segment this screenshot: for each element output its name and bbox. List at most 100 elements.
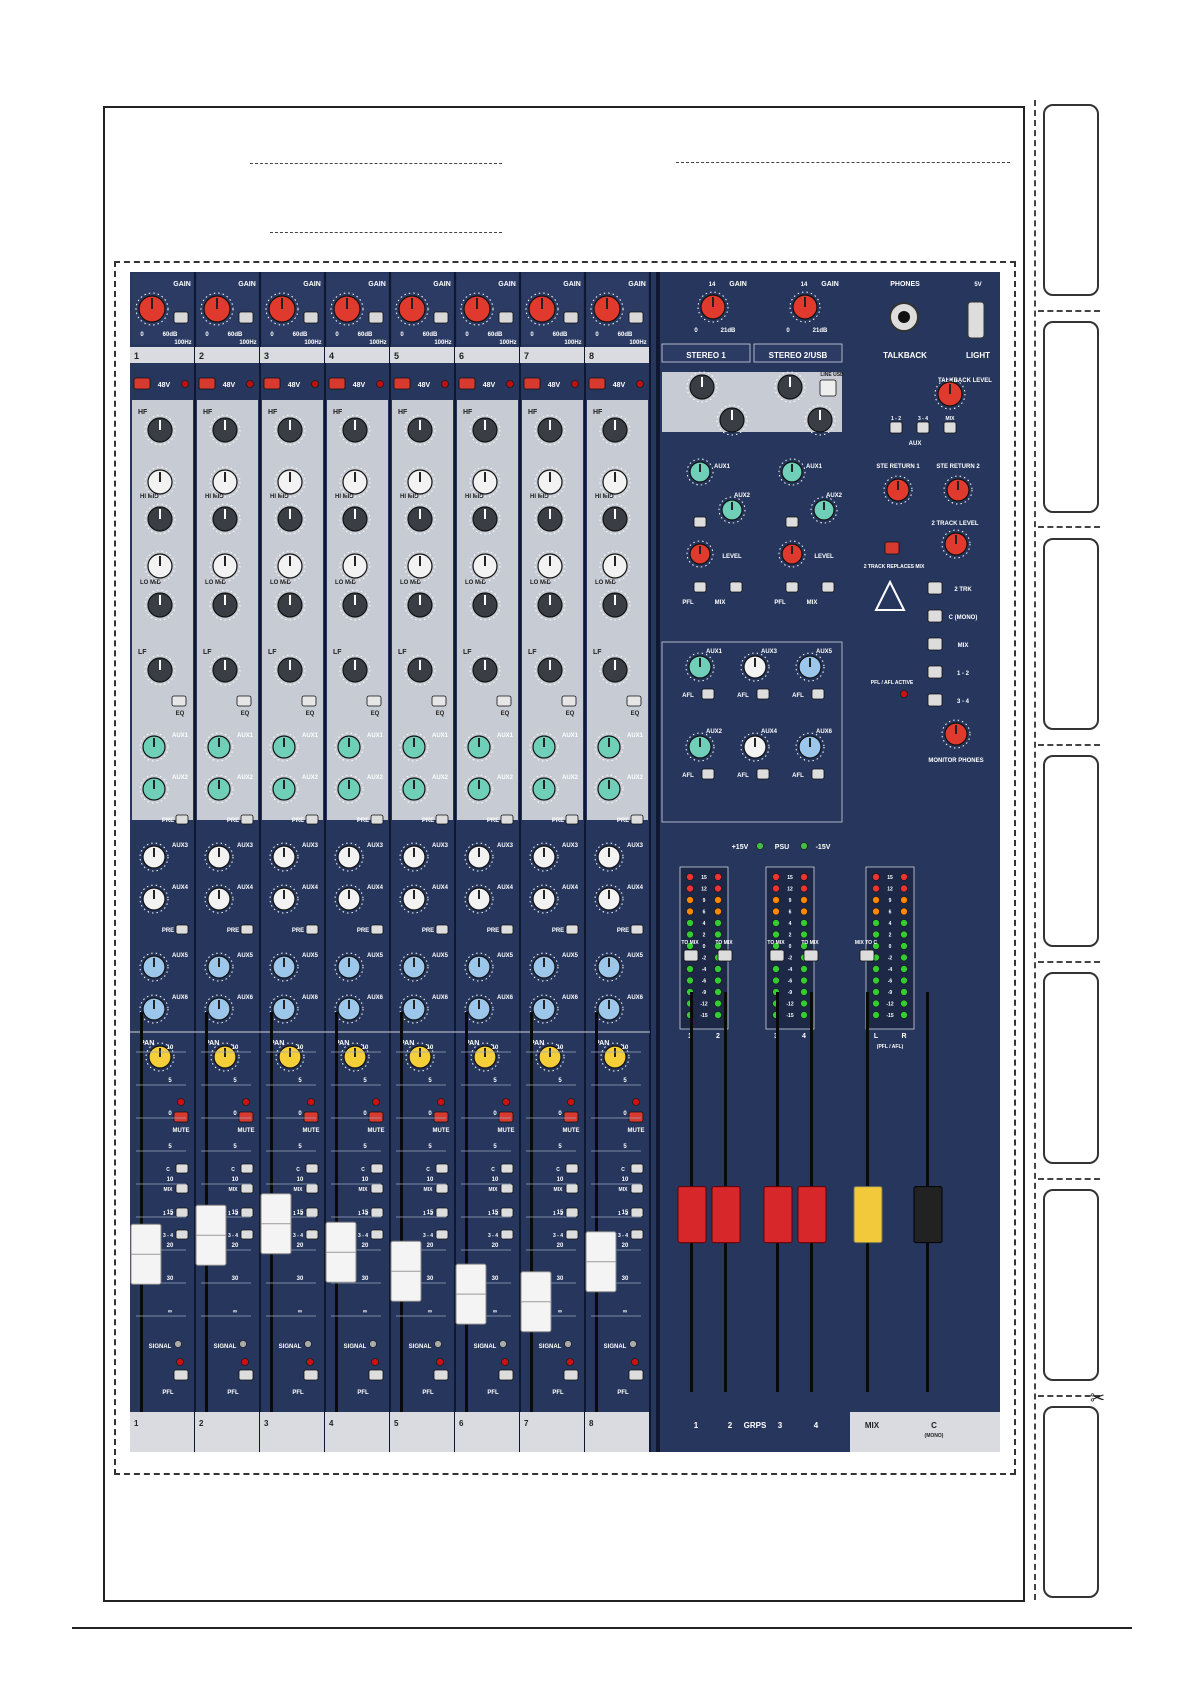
hpf-button[interactable] bbox=[433, 311, 449, 324]
mute-button[interactable] bbox=[563, 1111, 579, 1123]
route-button-1[interactable] bbox=[305, 1183, 319, 1194]
route-button-1[interactable] bbox=[370, 1183, 384, 1194]
group-fader-cap[interactable] bbox=[711, 1186, 741, 1244]
to-mix-button[interactable] bbox=[769, 949, 785, 962]
route-button-3[interactable] bbox=[305, 1229, 319, 1240]
mute-button[interactable] bbox=[433, 1111, 449, 1123]
group-fader-cap[interactable] bbox=[797, 1186, 827, 1244]
pre-12-button[interactable] bbox=[240, 814, 254, 825]
pfl-button[interactable] bbox=[303, 1369, 319, 1381]
afl-button[interactable] bbox=[756, 768, 770, 780]
pfl-button[interactable] bbox=[498, 1369, 514, 1381]
route-button-2[interactable] bbox=[630, 1207, 644, 1218]
route-button-2[interactable] bbox=[240, 1207, 254, 1218]
monitor-source-button[interactable] bbox=[927, 581, 943, 595]
usb-port[interactable] bbox=[967, 301, 985, 339]
talkback-route-button[interactable] bbox=[889, 421, 903, 434]
hpf-button[interactable] bbox=[368, 311, 384, 324]
phantom-button[interactable] bbox=[198, 377, 216, 390]
route-button-3[interactable] bbox=[500, 1229, 514, 1240]
monitor-source-button[interactable] bbox=[927, 637, 943, 651]
phantom-button[interactable] bbox=[393, 377, 411, 390]
hpf-button[interactable] bbox=[173, 311, 189, 324]
eq-button[interactable] bbox=[301, 695, 317, 707]
afl-button[interactable] bbox=[811, 768, 825, 780]
afl-button[interactable] bbox=[701, 768, 715, 780]
talkback-route-button[interactable] bbox=[943, 421, 957, 434]
talkback-route-button[interactable] bbox=[916, 421, 930, 434]
route-button-1[interactable] bbox=[500, 1183, 514, 1194]
stereo-mix-button[interactable] bbox=[729, 581, 743, 593]
phantom-button[interactable] bbox=[588, 377, 606, 390]
line-usb-button[interactable] bbox=[819, 379, 837, 397]
route-button-1[interactable] bbox=[630, 1183, 644, 1194]
route-button-1[interactable] bbox=[240, 1183, 254, 1194]
pre-34-button[interactable] bbox=[175, 924, 189, 935]
route-button-1[interactable] bbox=[565, 1183, 579, 1194]
hpf-button[interactable] bbox=[498, 311, 514, 324]
pre-34-button[interactable] bbox=[435, 924, 449, 935]
route-button-0[interactable] bbox=[175, 1163, 189, 1174]
monitor-source-button[interactable] bbox=[927, 609, 943, 623]
pre-34-button[interactable] bbox=[500, 924, 514, 935]
pre-12-button[interactable] bbox=[435, 814, 449, 825]
route-button-3[interactable] bbox=[630, 1229, 644, 1240]
to-mix-button[interactable] bbox=[803, 949, 819, 962]
pre-34-button[interactable] bbox=[630, 924, 644, 935]
phantom-button[interactable] bbox=[458, 377, 476, 390]
stereo-mix-button[interactable] bbox=[821, 581, 835, 593]
route-button-2[interactable] bbox=[370, 1207, 384, 1218]
route-button-3[interactable] bbox=[435, 1229, 449, 1240]
route-button-0[interactable] bbox=[500, 1163, 514, 1174]
pfl-button[interactable] bbox=[433, 1369, 449, 1381]
route-button-3[interactable] bbox=[175, 1229, 189, 1240]
stereo-aux-pre-button[interactable] bbox=[693, 516, 707, 528]
eq-button[interactable] bbox=[366, 695, 382, 707]
hpf-button[interactable] bbox=[628, 311, 644, 324]
afl-button[interactable] bbox=[756, 688, 770, 700]
mute-button[interactable] bbox=[368, 1111, 384, 1123]
stereo-pfl-button[interactable] bbox=[693, 581, 707, 593]
c-fader-cap[interactable] bbox=[913, 1186, 943, 1244]
pfl-button[interactable] bbox=[628, 1369, 644, 1381]
route-button-2[interactable] bbox=[435, 1207, 449, 1218]
route-button-2[interactable] bbox=[565, 1207, 579, 1218]
mute-button[interactable] bbox=[628, 1111, 644, 1123]
eq-button[interactable] bbox=[561, 695, 577, 707]
mute-button[interactable] bbox=[173, 1111, 189, 1123]
phantom-button[interactable] bbox=[523, 377, 541, 390]
monitor-source-button[interactable] bbox=[927, 693, 943, 707]
mix-fader-cap[interactable] bbox=[853, 1186, 883, 1244]
eq-button[interactable] bbox=[626, 695, 642, 707]
pre-34-button[interactable] bbox=[370, 924, 384, 935]
route-button-2[interactable] bbox=[305, 1207, 319, 1218]
eq-button[interactable] bbox=[496, 695, 512, 707]
pre-12-button[interactable] bbox=[305, 814, 319, 825]
route-button-3[interactable] bbox=[565, 1229, 579, 1240]
pre-12-button[interactable] bbox=[565, 814, 579, 825]
phantom-button[interactable] bbox=[263, 377, 281, 390]
mute-button[interactable] bbox=[498, 1111, 514, 1123]
group-fader-cap[interactable] bbox=[763, 1186, 793, 1244]
afl-button[interactable] bbox=[811, 688, 825, 700]
phantom-button[interactable] bbox=[328, 377, 346, 390]
monitor-source-button[interactable] bbox=[927, 665, 943, 679]
hpf-button[interactable] bbox=[563, 311, 579, 324]
mix-to-c-button[interactable] bbox=[859, 949, 875, 962]
route-button-0[interactable] bbox=[435, 1163, 449, 1174]
to-mix-button[interactable] bbox=[683, 949, 699, 962]
route-button-3[interactable] bbox=[370, 1229, 384, 1240]
eq-button[interactable] bbox=[431, 695, 447, 707]
eq-button[interactable] bbox=[171, 695, 187, 707]
route-button-0[interactable] bbox=[305, 1163, 319, 1174]
route-button-3[interactable] bbox=[240, 1229, 254, 1240]
stereo-aux-pre-button[interactable] bbox=[785, 516, 799, 528]
eq-button[interactable] bbox=[236, 695, 252, 707]
phantom-button[interactable] bbox=[133, 377, 151, 390]
route-button-0[interactable] bbox=[240, 1163, 254, 1174]
route-button-2[interactable] bbox=[175, 1207, 189, 1218]
pfl-button[interactable] bbox=[173, 1369, 189, 1381]
afl-button[interactable] bbox=[701, 688, 715, 700]
pre-12-button[interactable] bbox=[175, 814, 189, 825]
pre-34-button[interactable] bbox=[565, 924, 579, 935]
